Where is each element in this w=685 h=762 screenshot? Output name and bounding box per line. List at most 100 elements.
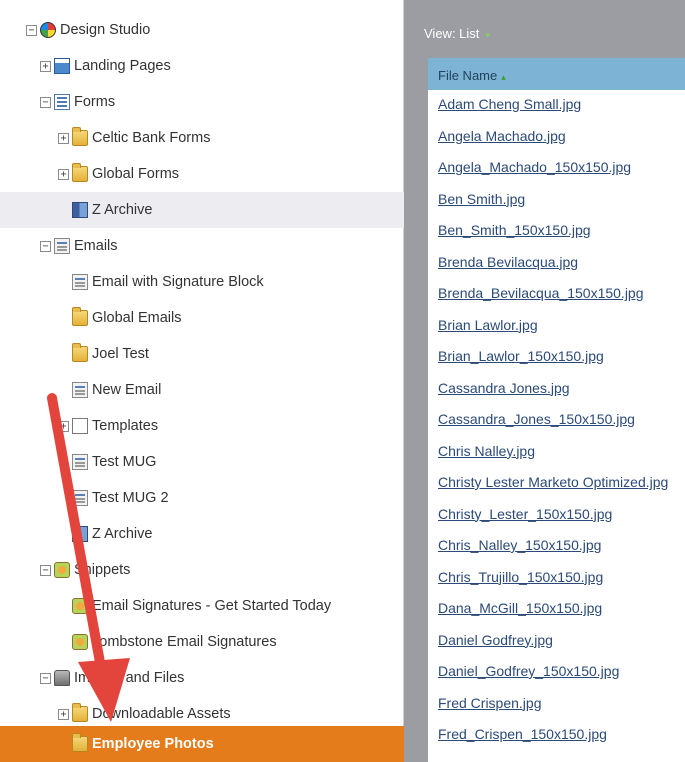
tree-item-label: Employee Photos <box>92 736 214 752</box>
folder-icon <box>72 307 88 326</box>
forms-icon <box>54 94 70 110</box>
file-row-link[interactable]: Cassandra_Jones_150x150.jpg <box>428 405 685 437</box>
file-row-link[interactable]: Ben Smith.jpg <box>428 185 685 217</box>
file-row-link[interactable]: Daniel Godfrey.jpg <box>428 626 685 658</box>
file-row-link[interactable]: Adam Cheng Small.jpg <box>428 90 685 122</box>
tree-item[interactable]: − Design Studio <box>0 12 404 48</box>
collapse-toggle-icon[interactable]: − <box>40 240 51 252</box>
column-header-label: File Name <box>438 68 498 83</box>
tree-item[interactable]: Global Emails <box>0 300 404 336</box>
emails-icon <box>54 238 70 254</box>
file-row-link[interactable]: Brenda_Bevilacqua_150x150.jpg <box>428 279 685 311</box>
tree-item-label: Email Signatures - Get Started Today <box>92 598 332 614</box>
file-list: File Name ▴ Adam Cheng Small.jpg Angela Ma… <box>428 58 685 762</box>
file-row-link[interactable]: Angela_Machado_150x150.jpg <box>428 153 685 185</box>
tree-item[interactable]: + Landing Pages <box>0 48 404 84</box>
tree-item[interactable]: + Templates <box>0 408 404 444</box>
file-grid-panel: View: List ▾ File Name ▴ Adam Cheng Small.… <box>404 0 685 762</box>
tree-item[interactable]: Email Signatures - Get Started Today <box>0 588 404 624</box>
tree-item-label: Global Emails <box>92 310 182 326</box>
tree-item-label: Snippets <box>74 562 131 578</box>
tree-item-label: Landing Pages <box>74 58 171 74</box>
file-row-link[interactable]: Brian Lawlor.jpg <box>428 311 685 343</box>
tree-item[interactable]: Joel Test <box>0 336 404 372</box>
expand-toggle-icon[interactable]: + <box>58 168 69 180</box>
tree-item-label: Joel Test <box>92 346 149 362</box>
collapse-toggle-icon[interactable]: − <box>40 96 51 108</box>
folder-icon <box>72 733 88 752</box>
tree-item[interactable]: Email with Signature Block <box>0 264 404 300</box>
file-row-link[interactable]: Chris_Trujillo_150x150.jpg <box>428 563 685 595</box>
expand-toggle-icon[interactable]: + <box>58 420 69 432</box>
file-row-link[interactable]: Daniel_Godfrey_150x150.jpg <box>428 657 685 689</box>
tree-item[interactable]: Z Archive <box>0 192 404 228</box>
tree-item[interactable]: New Email <box>0 372 404 408</box>
navigation-tree: − Design Studio + Landing Pages − Forms + Celti… <box>0 0 404 762</box>
file-row-link[interactable]: Brian_Lawlor_150x150.jpg <box>428 342 685 374</box>
tree-item-label: Forms <box>74 94 116 110</box>
file-row-link[interactable]: Fred Crispen.jpg <box>428 689 685 721</box>
tree-item-label: Tombstone Email Signatures <box>92 634 277 650</box>
tree-item[interactable]: Employee Photos <box>0 726 404 762</box>
snippets-icon <box>54 562 70 578</box>
folder-icon <box>72 703 88 722</box>
file-row-link[interactable]: Chris_Nalley_150x150.jpg <box>428 531 685 563</box>
file-row-link[interactable]: Angela Machado.jpg <box>428 122 685 154</box>
tree-item[interactable]: − Images and Files <box>0 660 404 696</box>
tree-item[interactable]: − Forms <box>0 84 404 120</box>
email-icon <box>72 382 88 398</box>
tree-item-label: Global Forms <box>92 166 180 182</box>
view-bar: View: List ▾ <box>404 0 685 58</box>
tree-item[interactable]: Test MUG 2 <box>0 480 404 516</box>
tree-item-label: Test MUG <box>92 454 157 470</box>
folder-icon <box>72 163 88 182</box>
tree-item-label: Test MUG 2 <box>92 490 169 506</box>
expand-toggle-icon[interactable]: + <box>40 60 51 72</box>
tree-item-label: Downloadable Assets <box>92 706 231 722</box>
file-row-link[interactable]: Dana_McGill_150x150.jpg <box>428 594 685 626</box>
archive-icon <box>72 526 88 542</box>
expand-toggle-icon[interactable]: + <box>58 708 69 720</box>
archive-icon <box>72 202 88 218</box>
tree-item[interactable]: + Global Forms <box>0 156 404 192</box>
tree-item-label: Email with Signature Block <box>92 274 264 290</box>
view-selector[interactable]: View: List <box>424 26 479 41</box>
email-icon <box>72 454 88 470</box>
sort-ascending-icon: ▴ <box>501 72 506 82</box>
email-icon <box>72 490 88 506</box>
tree-item[interactable]: Test MUG <box>0 444 404 480</box>
tree-item[interactable]: Tombstone Email Signatures <box>0 624 404 660</box>
file-row-link[interactable]: Brenda Bevilacqua.jpg <box>428 248 685 280</box>
file-row-link[interactable]: Ben_Smith_150x150.jpg <box>428 216 685 248</box>
tree-item[interactable]: − Emails <box>0 228 404 264</box>
collapse-toggle-icon[interactable]: − <box>40 672 51 684</box>
expand-toggle-icon[interactable]: + <box>58 132 69 144</box>
tree-item-label: Emails <box>74 238 118 254</box>
folder-icon <box>72 343 88 362</box>
tree-item[interactable]: Z Archive <box>0 516 404 552</box>
collapse-toggle-icon[interactable]: − <box>26 24 37 36</box>
tree-item-label: New Email <box>92 382 162 398</box>
images-icon <box>54 670 70 686</box>
design-studio-icon <box>40 22 56 38</box>
file-row-link[interactable]: Cassandra Jones.jpg <box>428 374 685 406</box>
template-icon <box>72 418 88 434</box>
file-row-link[interactable]: Christy Lester Marketo Optimized.jpg <box>428 468 685 500</box>
column-header-file-name[interactable]: File Name ▴ <box>428 58 685 90</box>
tree-item[interactable]: + Celtic Bank Forms <box>0 120 404 156</box>
file-row-link[interactable]: Fred_Crispen_150x150.jpg <box>428 720 685 752</box>
tree-item-label: Images and Files <box>74 670 185 686</box>
tree-item[interactable]: − Snippets <box>0 552 404 588</box>
file-row-link[interactable]: Christy_Lester_150x150.jpg <box>428 500 685 532</box>
tree-item-label: Celtic Bank Forms <box>92 130 211 146</box>
view-dropdown-icon[interactable]: ▾ <box>485 30 490 40</box>
collapse-toggle-icon[interactable]: − <box>40 564 51 576</box>
email-icon <box>72 274 88 290</box>
tree-item-label: Z Archive <box>92 526 153 542</box>
landing-pages-icon <box>54 58 70 74</box>
tree-item-label: Z Archive <box>92 202 153 218</box>
snippet-icon <box>72 634 88 650</box>
folder-icon <box>72 127 88 146</box>
file-row-link[interactable]: Chris Nalley.jpg <box>428 437 685 469</box>
tree-item-label: Templates <box>92 418 159 434</box>
